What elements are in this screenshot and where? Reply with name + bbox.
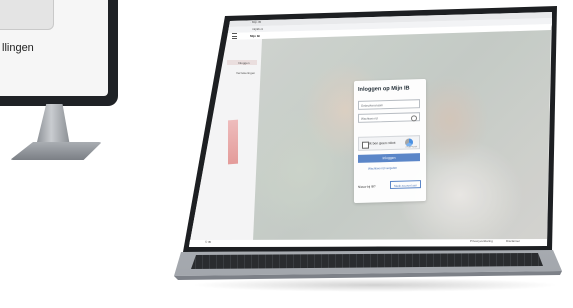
monitor-screen: llingen — [0, 0, 108, 96]
footer-copyright: © IB — [205, 240, 211, 244]
footer-disclaimer-link[interactable]: Disclaimer — [506, 239, 520, 243]
monitor-text: llingen — [2, 42, 34, 54]
login-button[interactable]: Inloggen — [358, 153, 420, 163]
username-placeholder: Gebruikersnaam — [361, 103, 384, 108]
background-monitor: llingen — [0, 0, 118, 106]
sidebar-item-login[interactable]: Inloggen — [238, 61, 250, 65]
browser-tab-title[interactable]: · Mijn IB — [250, 20, 261, 24]
password-placeholder: Wachtwoord — [361, 116, 378, 121]
monitor-foot — [10, 142, 102, 160]
captcha-label: Ik ben geen robot — [369, 140, 396, 146]
menu-icon[interactable] — [232, 33, 237, 39]
address-url[interactable]: mijnib.nl — [252, 27, 263, 31]
laptop-shadow — [190, 278, 560, 292]
login-title: Inloggen op Mijn IB — [358, 85, 410, 93]
username-input[interactable]: Gebruikersnaam — [358, 99, 420, 110]
password-input[interactable]: Wachtwoord — [358, 112, 420, 123]
recaptcha-icon — [405, 138, 413, 147]
app-name: Mijn IB — [250, 34, 260, 38]
captcha-widget: Ik ben geen robot reCAPTCHA — [358, 135, 420, 151]
captcha-checkbox[interactable] — [362, 141, 369, 149]
monitor-stand — [36, 104, 70, 146]
new-user-text: Nieuw bij IB? — [358, 184, 376, 189]
forgot-password-link[interactable]: Wachtwoord vergeten — [368, 166, 397, 171]
footer-privacy-link[interactable]: Privacyverklaring — [470, 239, 493, 243]
create-account-button[interactable]: Maak account aan — [390, 180, 421, 189]
monitor-card — [0, 0, 54, 30]
login-card: Inloggen op Mijn IB Gebruikersnaam Wacht… — [354, 78, 426, 204]
brand-logo-shape — [228, 119, 238, 165]
show-password-icon[interactable] — [411, 115, 417, 122]
captcha-brand: reCAPTCHA — [405, 146, 417, 149]
sidebar-item-insurances[interactable]: Verzekeringen — [236, 71, 255, 75]
